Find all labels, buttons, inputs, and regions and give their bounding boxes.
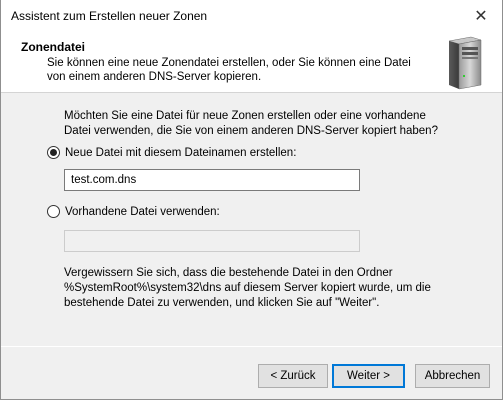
page-subtitle: Sie können eine neue Zonendatei erstelle… [47,57,411,83]
next-button[interactable]: Weiter > [332,364,405,388]
wizard-window: Assistent zum Erstellen neuer Zonen ✕ Zo… [0,0,503,400]
question-text: Möchten Sie eine Datei für neue Zonen er… [64,110,438,137]
back-button[interactable]: < Zurück [258,364,328,388]
close-icon[interactable]: ✕ [466,4,496,28]
window-title: Assistent zum Erstellen neuer Zonen [11,9,208,23]
new-filename-input[interactable]: test.com.dns [64,169,360,191]
page-title: Zonendatei [21,40,86,54]
radio-new-file[interactable]: Neue Datei mit diesem Dateinamen erstell… [47,146,296,159]
cancel-button[interactable]: Abbrechen [415,364,490,388]
radio-existing-file-label[interactable]: Vorhandene Datei verwenden: [65,206,220,218]
radio-new-file-indicator[interactable] [47,146,60,159]
footer-divider [1,346,502,347]
radio-existing-file-indicator[interactable] [47,205,60,218]
title-bar: Assistent zum Erstellen neuer Zonen ✕ [1,0,502,32]
radio-new-file-label[interactable]: Neue Datei mit diesem Dateinamen erstell… [65,147,296,159]
existing-filename-input [64,230,360,252]
wizard-header: Zonendatei Sie können eine neue Zonendat… [1,32,502,93]
wizard-content: Möchten Sie eine Datei für neue Zonen er… [1,94,502,346]
info-note: Vergewissern Sie sich, dass die bestehen… [64,267,431,309]
radio-existing-file[interactable]: Vorhandene Datei verwenden: [47,205,220,218]
server-icon [448,36,482,90]
